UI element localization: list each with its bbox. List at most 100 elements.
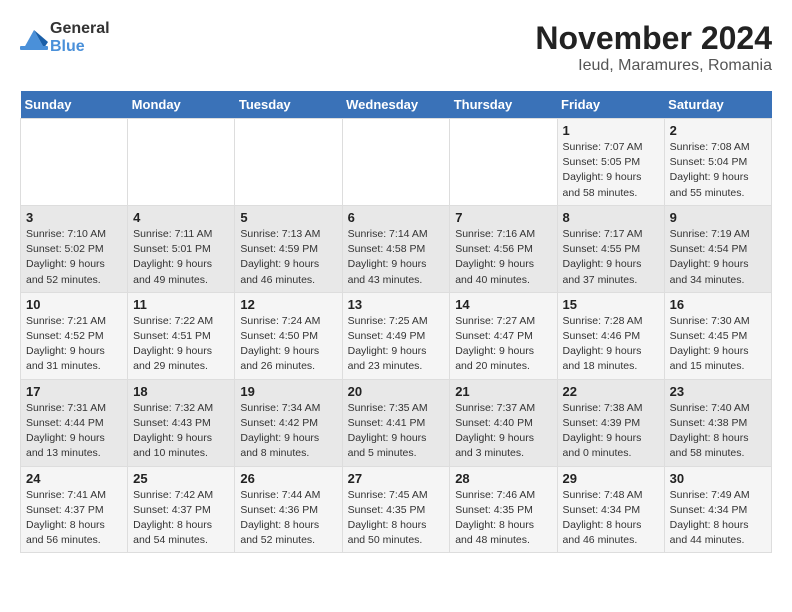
weekday-header: Friday	[557, 91, 664, 119]
day-info: Sunrise: 7:11 AM Sunset: 5:01 PM Dayligh…	[133, 227, 229, 288]
calendar-week: 24 Sunrise: 7:41 AM Sunset: 4:37 PM Dayli…	[21, 466, 772, 553]
logo-blue: Blue	[50, 38, 85, 55]
day-info: Sunrise: 7:10 AM Sunset: 5:02 PM Dayligh…	[26, 227, 122, 288]
calendar-cell: 12Sunrise: 7:24 AM Sunset: 4:50 PM Dayli…	[235, 292, 342, 379]
page-header: General Blue November 2024 Ieud, Maramur…	[20, 20, 772, 75]
day-number: 27	[348, 471, 445, 486]
day-number: 10	[26, 297, 122, 312]
day-number: 7	[455, 210, 551, 225]
day-info: Sunrise: 7:32 AM Sunset: 4:43 PM Dayligh…	[133, 401, 229, 462]
calendar-cell: 4 Sunrise: 7:11 AM Sunset: 5:01 PM Daylig…	[128, 205, 235, 292]
day-info: Sunrise: 7:14 AM Sunset: 4:58 PM Dayligh…	[348, 227, 445, 288]
day-number: 5	[240, 210, 336, 225]
day-info: Sunrise: 7:07 AM Sunset: 5:05 PM Dayligh…	[563, 140, 659, 201]
day-info: Sunrise: 7:16 AM Sunset: 4:56 PM Dayligh…	[455, 227, 551, 288]
calendar-cell: 13Sunrise: 7:25 AM Sunset: 4:49 PM Dayli…	[342, 292, 450, 379]
day-info: Sunrise: 7:35 AM Sunset: 4:41 PM Dayligh…	[348, 401, 445, 462]
calendar-cell	[450, 119, 557, 206]
day-info: Sunrise: 7:48 AM Sunset: 4:34 PM Dayligh…	[563, 488, 659, 549]
location-title: Ieud, Maramures, Romania	[535, 57, 772, 75]
calendar-cell: 2 Sunrise: 7:08 AM Sunset: 5:04 PM Daylig…	[664, 119, 771, 206]
weekday-header: Tuesday	[235, 91, 342, 119]
day-number: 2	[670, 123, 766, 138]
day-info: Sunrise: 7:27 AM Sunset: 4:47 PM Dayligh…	[455, 314, 551, 375]
calendar-cell: 18Sunrise: 7:32 AM Sunset: 4:43 PM Dayli…	[128, 379, 235, 466]
day-number: 17	[26, 384, 122, 399]
day-info: Sunrise: 7:22 AM Sunset: 4:51 PM Dayligh…	[133, 314, 229, 375]
weekday-header: Thursday	[450, 91, 557, 119]
calendar-cell: 17 Sunrise: 7:31 AM Sunset: 4:44 PM Dayli…	[21, 379, 128, 466]
day-number: 30	[670, 471, 766, 486]
weekday-header: Saturday	[664, 91, 771, 119]
day-number: 3	[26, 210, 122, 225]
calendar-cell: 29Sunrise: 7:48 AM Sunset: 4:34 PM Dayli…	[557, 466, 664, 553]
day-number: 15	[563, 297, 659, 312]
day-number: 11	[133, 297, 229, 312]
day-info: Sunrise: 7:17 AM Sunset: 4:55 PM Dayligh…	[563, 227, 659, 288]
calendar-cell: 15 Sunrise: 7:28 AM Sunset: 4:46 PM Dayli…	[557, 292, 664, 379]
day-info: Sunrise: 7:45 AM Sunset: 4:35 PM Dayligh…	[348, 488, 445, 549]
calendar-week: 3 Sunrise: 7:10 AM Sunset: 5:02 PM Daylig…	[21, 205, 772, 292]
day-info: Sunrise: 7:42 AM Sunset: 4:37 PM Dayligh…	[133, 488, 229, 549]
calendar-cell	[342, 119, 450, 206]
day-number: 23	[670, 384, 766, 399]
day-number: 19	[240, 384, 336, 399]
calendar-cell: 8Sunrise: 7:17 AM Sunset: 4:55 PM Daylig…	[557, 205, 664, 292]
calendar-cell	[128, 119, 235, 206]
calendar-week: 17 Sunrise: 7:31 AM Sunset: 4:44 PM Dayli…	[21, 379, 772, 466]
calendar-table: SundayMondayTuesdayWednesdayThursdayFrid…	[20, 91, 772, 553]
day-number: 26	[240, 471, 336, 486]
logo-general: General	[50, 20, 110, 37]
calendar-cell: 30 Sunrise: 7:49 AM Sunset: 4:34 PM Dayli…	[664, 466, 771, 553]
calendar-cell: 9 Sunrise: 7:19 AM Sunset: 4:54 PM Daylig…	[664, 205, 771, 292]
day-info: Sunrise: 7:31 AM Sunset: 4:44 PM Dayligh…	[26, 401, 122, 462]
day-info: Sunrise: 7:28 AM Sunset: 4:46 PM Dayligh…	[563, 314, 659, 375]
logo: General Blue	[20, 20, 110, 56]
calendar-cell	[235, 119, 342, 206]
day-number: 4	[133, 210, 229, 225]
calendar-header: SundayMondayTuesdayWednesdayThursdayFrid…	[21, 91, 772, 119]
day-info: Sunrise: 7:49 AM Sunset: 4:34 PM Dayligh…	[670, 488, 766, 549]
calendar-cell: 23 Sunrise: 7:40 AM Sunset: 4:38 PM Dayli…	[664, 379, 771, 466]
day-info: Sunrise: 7:46 AM Sunset: 4:35 PM Dayligh…	[455, 488, 551, 549]
calendar-cell: 26 Sunrise: 7:44 AM Sunset: 4:36 PM Dayli…	[235, 466, 342, 553]
day-info: Sunrise: 7:21 AM Sunset: 4:52 PM Dayligh…	[26, 314, 122, 375]
weekday-header: Wednesday	[342, 91, 450, 119]
calendar-cell: 6 Sunrise: 7:14 AM Sunset: 4:58 PM Daylig…	[342, 205, 450, 292]
weekday-header: Monday	[128, 91, 235, 119]
calendar-cell: 11 Sunrise: 7:22 AM Sunset: 4:51 PM Dayli…	[128, 292, 235, 379]
day-info: Sunrise: 7:37 AM Sunset: 4:40 PM Dayligh…	[455, 401, 551, 462]
calendar-cell	[21, 119, 128, 206]
day-info: Sunrise: 7:08 AM Sunset: 5:04 PM Dayligh…	[670, 140, 766, 201]
day-info: Sunrise: 7:38 AM Sunset: 4:39 PM Dayligh…	[563, 401, 659, 462]
calendar-cell: 25 Sunrise: 7:42 AM Sunset: 4:37 PM Dayli…	[128, 466, 235, 553]
calendar-cell: 16Sunrise: 7:30 AM Sunset: 4:45 PM Dayli…	[664, 292, 771, 379]
calendar-cell: 22Sunrise: 7:38 AM Sunset: 4:39 PM Dayli…	[557, 379, 664, 466]
day-info: Sunrise: 7:24 AM Sunset: 4:50 PM Dayligh…	[240, 314, 336, 375]
day-number: 28	[455, 471, 551, 486]
calendar-cell: 21 Sunrise: 7:37 AM Sunset: 4:40 PM Dayli…	[450, 379, 557, 466]
day-number: 13	[348, 297, 445, 312]
day-number: 14	[455, 297, 551, 312]
calendar-cell: 1 Sunrise: 7:07 AM Sunset: 5:05 PM Daylig…	[557, 119, 664, 206]
day-number: 24	[26, 471, 122, 486]
day-info: Sunrise: 7:44 AM Sunset: 4:36 PM Dayligh…	[240, 488, 336, 549]
day-number: 25	[133, 471, 229, 486]
title-block: November 2024 Ieud, Maramures, Romania	[535, 20, 772, 75]
calendar-cell: 28 Sunrise: 7:46 AM Sunset: 4:35 PM Dayli…	[450, 466, 557, 553]
day-info: Sunrise: 7:40 AM Sunset: 4:38 PM Dayligh…	[670, 401, 766, 462]
calendar-cell: 3 Sunrise: 7:10 AM Sunset: 5:02 PM Daylig…	[21, 205, 128, 292]
day-info: Sunrise: 7:30 AM Sunset: 4:45 PM Dayligh…	[670, 314, 766, 375]
weekday-header: Sunday	[21, 91, 128, 119]
day-info: Sunrise: 7:41 AM Sunset: 4:37 PM Dayligh…	[26, 488, 122, 549]
day-info: Sunrise: 7:19 AM Sunset: 4:54 PM Dayligh…	[670, 227, 766, 288]
calendar-cell: 14 Sunrise: 7:27 AM Sunset: 4:47 PM Dayli…	[450, 292, 557, 379]
day-number: 9	[670, 210, 766, 225]
day-number: 1	[563, 123, 659, 138]
calendar-cell: 27 Sunrise: 7:45 AM Sunset: 4:35 PM Dayli…	[342, 466, 450, 553]
day-info: Sunrise: 7:34 AM Sunset: 4:42 PM Dayligh…	[240, 401, 336, 462]
day-number: 6	[348, 210, 445, 225]
month-title: November 2024	[535, 20, 772, 57]
day-number: 21	[455, 384, 551, 399]
day-number: 20	[348, 384, 445, 399]
